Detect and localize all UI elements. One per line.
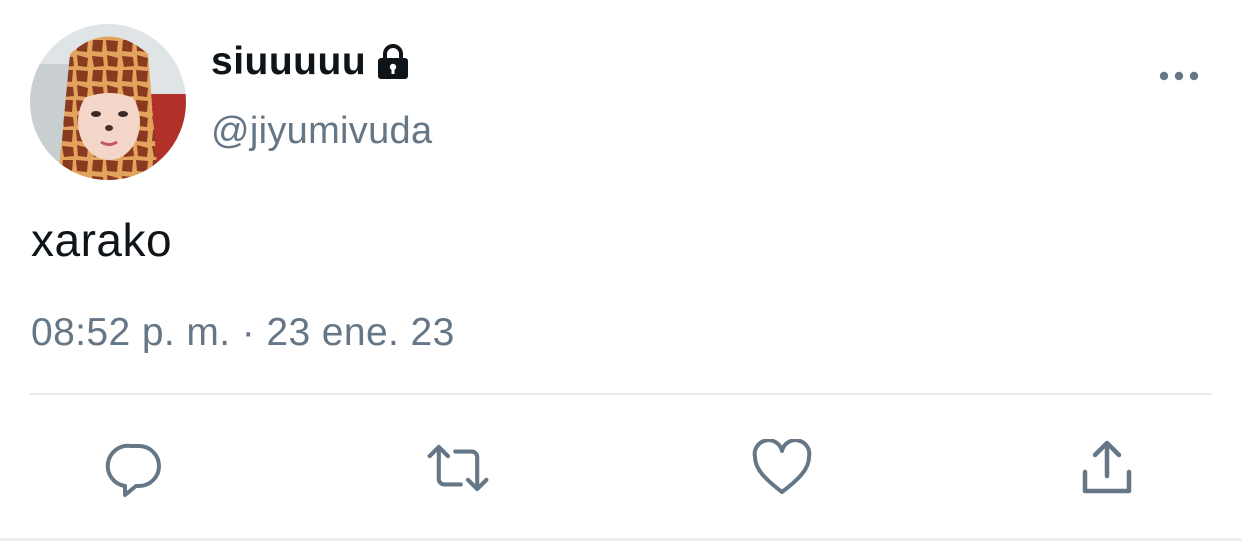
bottom-divider: [0, 538, 1242, 541]
display-name[interactable]: siuuuuu: [211, 38, 366, 86]
author-name-row: siuuuuu: [211, 38, 414, 86]
lock-icon: [374, 38, 414, 86]
user-handle[interactable]: @jiyumivuda: [211, 108, 432, 154]
like-button[interactable]: [750, 436, 814, 500]
more-options-button[interactable]: [1150, 58, 1208, 94]
reply-button[interactable]: [103, 436, 167, 500]
heart-icon: [752, 439, 812, 494]
divider: [30, 393, 1212, 395]
tweet-card: siuuuuu @jiyumivuda xarako 08:52 p. m. ·…: [0, 0, 1242, 558]
avatar-image: [30, 24, 186, 180]
avatar[interactable]: [30, 24, 186, 180]
tweet-text: xarako: [31, 214, 173, 266]
tweet-timestamp[interactable]: 08:52 p. m. · 23 ene. 23: [31, 308, 455, 358]
retweet-icon: [427, 444, 489, 492]
share-button[interactable]: [1075, 436, 1139, 500]
share-icon: [1082, 440, 1132, 494]
retweet-button[interactable]: [426, 436, 490, 500]
more-icon: [1159, 71, 1199, 81]
reply-icon: [105, 443, 161, 497]
